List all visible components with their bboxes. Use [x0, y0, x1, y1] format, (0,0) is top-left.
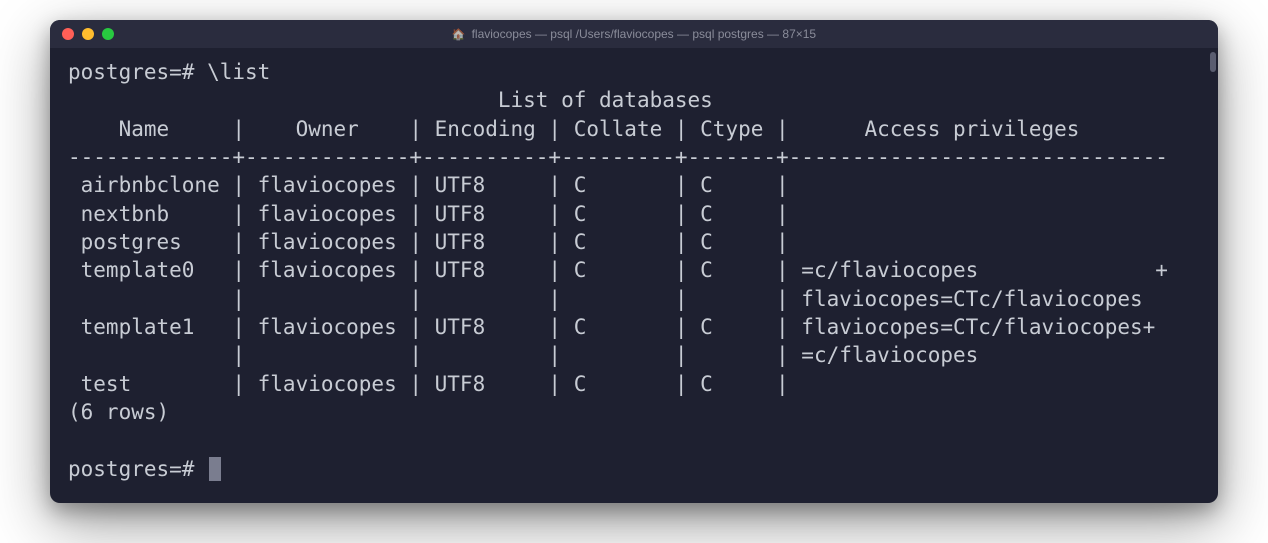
terminal-window: 🏠 flaviocopes — psql /Users/flaviocopes …	[50, 20, 1218, 503]
home-icon: 🏠	[452, 28, 466, 41]
table-row: nextbnb | flaviocopes | UTF8 | C | C |	[68, 202, 801, 226]
table-header: Name | Owner | Encoding | Collate | Ctyp…	[68, 117, 1079, 141]
prompt-text: postgres=#	[68, 457, 207, 481]
scrollbar[interactable]	[1210, 52, 1216, 72]
table-row: test | flaviocopes | UTF8 | C | C |	[68, 372, 801, 396]
table-divider: -------------+-------------+----------+-…	[68, 145, 1168, 169]
table-row: | | | | | =c/flaviocopes	[68, 343, 978, 367]
output-heading: List of databases	[68, 88, 713, 112]
table-row: | | | | | flaviocopes=CTc/flaviocopes	[68, 287, 1143, 311]
minimize-icon[interactable]	[82, 28, 94, 40]
cursor-icon	[209, 457, 221, 481]
title-bar: 🏠 flaviocopes — psql /Users/flaviocopes …	[50, 20, 1218, 48]
prompt-line: postgres=# \list	[68, 60, 270, 84]
table-row: postgres | flaviocopes | UTF8 | C | C |	[68, 230, 801, 254]
traffic-lights	[62, 28, 114, 40]
terminal-body[interactable]: postgres=# \list List of databases Name …	[50, 48, 1218, 503]
row-count: (6 rows)	[68, 400, 169, 424]
maximize-icon[interactable]	[102, 28, 114, 40]
window-title-text: flaviocopes — psql /Users/flaviocopes — …	[472, 27, 817, 41]
close-icon[interactable]	[62, 28, 74, 40]
prompt-cursor-line: postgres=#	[68, 457, 221, 481]
table-row: template0 | flaviocopes | UTF8 | C | C |…	[68, 258, 1168, 282]
window-title: 🏠 flaviocopes — psql /Users/flaviocopes …	[452, 27, 816, 41]
table-row: template1 | flaviocopes | UTF8 | C | C |…	[68, 315, 1155, 339]
table-row: airbnbclone | flaviocopes | UTF8 | C | C…	[68, 173, 801, 197]
